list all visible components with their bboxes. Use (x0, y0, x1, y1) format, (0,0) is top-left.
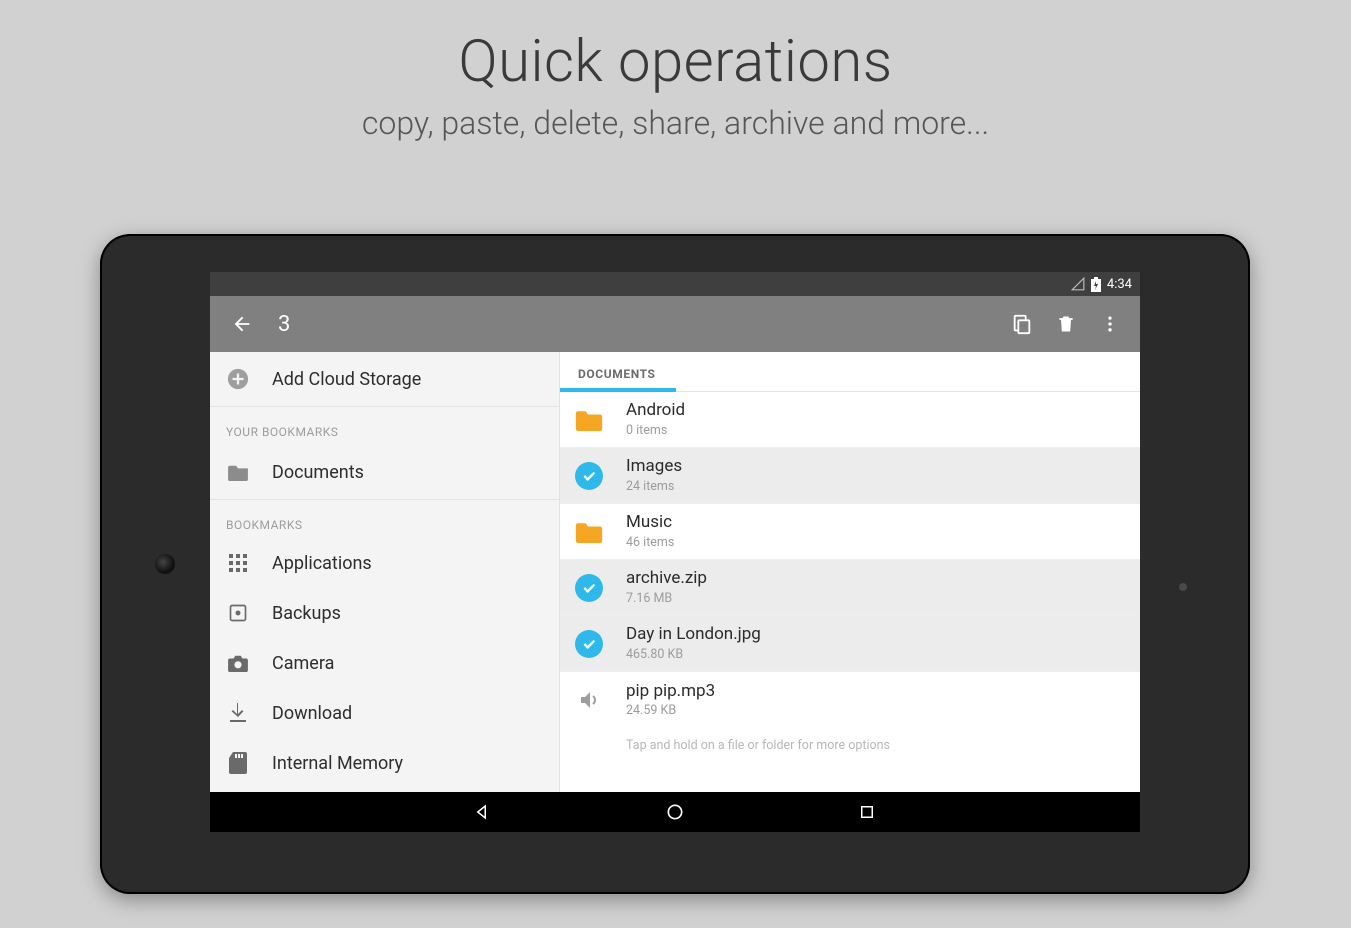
status-time: 4:34 (1107, 277, 1132, 292)
sidebar-item-label: Documents (272, 462, 364, 483)
delete-button[interactable] (1044, 302, 1088, 346)
file-name: pip pip.mp3 (626, 682, 715, 702)
selected-check-icon (574, 573, 604, 603)
screen: 4:34 3 (210, 272, 1140, 832)
sidebar-item-label: Backups (272, 603, 341, 624)
file-meta: 24 items (626, 479, 682, 494)
plus-circle-icon (226, 368, 250, 390)
bookmarks-header: BOOKMARKS (210, 499, 559, 538)
file-row-android[interactable]: Android 0 items (560, 392, 1140, 448)
file-meta: 24.59 KB (626, 703, 715, 718)
sidebar: Add Cloud Storage YOUR BOOKMARKS Documen… (210, 352, 560, 792)
file-meta: 0 items (626, 423, 685, 438)
file-meta: 46 items (626, 535, 674, 550)
signal-icon (1071, 277, 1085, 291)
file-row-images[interactable]: Images 24 items (560, 448, 1140, 504)
file-meta: 465.80 KB (626, 647, 761, 662)
backup-icon (226, 603, 250, 623)
sidebar-item-download[interactable]: Download (210, 688, 559, 738)
tablet-camera (155, 554, 175, 574)
file-row-pip-pip[interactable]: pip pip.mp3 24.59 KB (560, 672, 1140, 728)
audio-icon (574, 685, 604, 715)
overflow-button[interactable] (1088, 302, 1132, 346)
app-bar: 3 (210, 296, 1140, 352)
file-name: Images (626, 457, 682, 477)
file-meta: 7.16 MB (626, 591, 707, 606)
add-cloud-label: Add Cloud Storage (272, 369, 421, 390)
file-name: Music (626, 513, 674, 533)
copy-button[interactable] (1000, 302, 1044, 346)
file-list: Android 0 items Images 24 items (560, 392, 1140, 792)
selected-check-icon (574, 629, 604, 659)
apps-icon (226, 554, 250, 572)
sidebar-item-label: Internal Memory (272, 753, 403, 774)
file-row-archive[interactable]: archive.zip 7.16 MB (560, 560, 1140, 616)
sdcard-icon (226, 752, 250, 774)
tablet-indicator (1179, 583, 1187, 591)
tab-documents[interactable]: DOCUMENTS (560, 367, 674, 391)
download-icon (226, 703, 250, 723)
status-bar: 4:34 (210, 272, 1140, 296)
sidebar-item-label: Camera (272, 653, 334, 674)
tab-bar: DOCUMENTS (560, 352, 1140, 392)
folder-icon (574, 405, 604, 435)
content-pane: DOCUMENTS Android 0 items (560, 352, 1140, 792)
android-nav-bar (210, 792, 1140, 832)
nav-back-button[interactable] (472, 801, 494, 823)
file-row-music[interactable]: Music 46 items (560, 504, 1140, 560)
sidebar-item-backups[interactable]: Backups (210, 588, 559, 638)
hero-subtitle: copy, paste, delete, share, archive and … (0, 104, 1351, 142)
camera-icon (226, 654, 250, 672)
tablet-frame: 4:34 3 (100, 234, 1250, 894)
sidebar-item-internal-memory[interactable]: Internal Memory (210, 738, 559, 788)
your-bookmarks-header: YOUR BOOKMARKS (210, 406, 559, 445)
nav-recents-button[interactable] (856, 801, 878, 823)
selected-check-icon (574, 461, 604, 491)
file-name: Android (626, 401, 685, 421)
selection-count: 3 (278, 312, 290, 337)
sidebar-item-label: Applications (272, 553, 372, 574)
nav-home-button[interactable] (664, 801, 686, 823)
folder-icon (226, 463, 250, 481)
back-button[interactable] (226, 308, 258, 340)
sidebar-item-camera[interactable]: Camera (210, 638, 559, 688)
hint-text: Tap and hold on a file or folder for mor… (560, 728, 1140, 753)
battery-icon (1091, 277, 1101, 292)
file-name: Day in London.jpg (626, 625, 761, 645)
tab-label: DOCUMENTS (578, 367, 656, 381)
hero-title: Quick operations (0, 28, 1351, 96)
folder-icon (574, 517, 604, 547)
sidebar-item-label: Download (272, 703, 352, 724)
add-cloud-storage[interactable]: Add Cloud Storage (210, 352, 559, 406)
sidebar-item-applications[interactable]: Applications (210, 538, 559, 588)
file-row-day-in-london[interactable]: Day in London.jpg 465.80 KB (560, 616, 1140, 672)
tab-underline (560, 388, 676, 392)
sidebar-item-documents[interactable]: Documents (210, 445, 559, 499)
file-name: archive.zip (626, 569, 707, 589)
